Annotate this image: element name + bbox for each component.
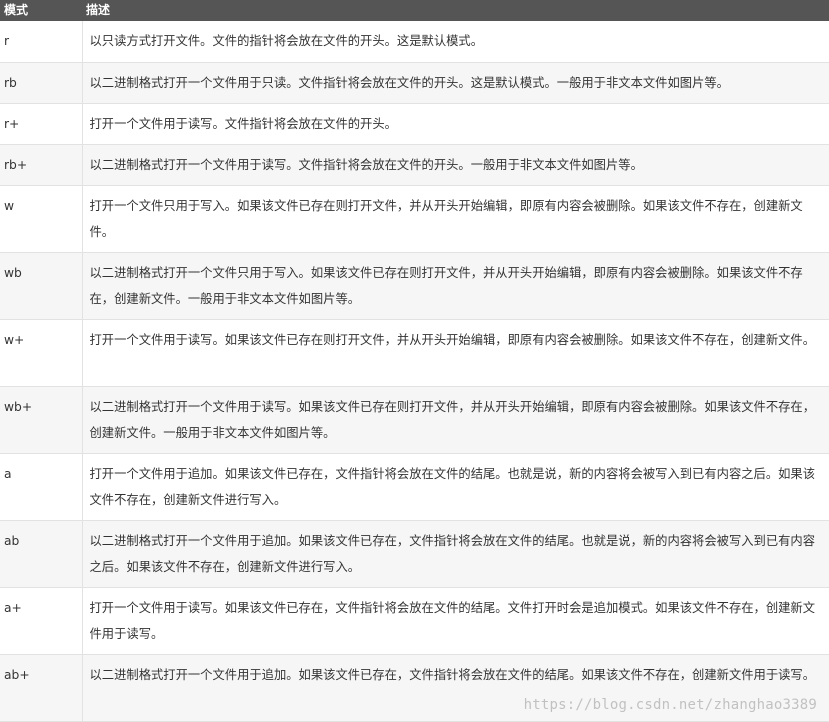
table-body: r 以只读方式打开文件。文件的指针将会放在文件的开头。这是默认模式。 rb 以二…: [0, 21, 829, 722]
mode-cell: r: [0, 21, 83, 63]
description-cell: 打开一个文件只用于写入。如果该文件已存在则打开文件，并从开头开始编辑，即原有内容…: [82, 185, 829, 253]
description-cell: 以二进制格式打开一个文件只用于写入。如果该文件已存在则打开文件，并从开头开始编辑…: [82, 252, 829, 320]
table-row: ab 以二进制格式打开一个文件用于追加。如果该文件已存在，文件指针将会放在文件的…: [0, 520, 829, 588]
header-description: 描述: [86, 3, 111, 17]
table-row: w+ 打开一个文件用于读写。如果该文件已存在则打开文件，并从开头开始编辑，即原有…: [0, 319, 829, 387]
description-cell: 以二进制格式打开一个文件用于读写。文件指针将会放在文件的开头。一般用于非文本文件…: [82, 144, 829, 186]
header-mode: 模式: [4, 3, 29, 17]
table-row: a+ 打开一个文件用于读写。如果该文件已存在，文件指针将会放在文件的结尾。文件打…: [0, 587, 829, 655]
mode-cell: wb: [0, 252, 83, 320]
table-row: rb+ 以二进制格式打开一个文件用于读写。文件指针将会放在文件的开头。一般用于非…: [0, 144, 829, 186]
description-cell: 以只读方式打开文件。文件的指针将会放在文件的开头。这是默认模式。: [82, 21, 829, 63]
mode-cell: w: [0, 185, 83, 253]
description-cell: 打开一个文件用于追加。如果该文件已存在，文件指针将会放在文件的结尾。也就是说，新…: [82, 453, 829, 521]
description-cell: 打开一个文件用于读写。文件指针将会放在文件的开头。: [82, 103, 829, 145]
mode-cell: w+: [0, 319, 83, 387]
file-mode-table: 模式 描述 r 以只读方式打开文件。文件的指针将会放在文件的开头。这是默认模式。…: [0, 0, 829, 722]
mode-cell: rb: [0, 62, 83, 104]
description-cell: 以二进制格式打开一个文件用于读写。如果该文件已存在则打开文件，并从开头开始编辑，…: [82, 386, 829, 454]
mode-cell: a+: [0, 587, 83, 655]
description-cell: 以二进制格式打开一个文件用于追加。如果该文件已存在，文件指针将会放在文件的结尾。…: [82, 520, 829, 588]
mode-cell: rb+: [0, 144, 83, 186]
mode-cell: r+: [0, 103, 83, 145]
csdn-watermark: https://blog.csdn.net/zhanghao3389: [523, 697, 817, 713]
description-cell: 以二进制格式打开一个文件用于只读。文件指针将会放在文件的开头。这是默认模式。一般…: [82, 62, 829, 104]
description-cell: 打开一个文件用于读写。如果该文件已存在，文件指针将会放在文件的结尾。文件打开时会…: [82, 587, 829, 655]
table-row: w 打开一个文件只用于写入。如果该文件已存在则打开文件，并从开头开始编辑，即原有…: [0, 185, 829, 253]
mode-cell: ab: [0, 520, 83, 588]
description-cell: 打开一个文件用于读写。如果该文件已存在则打开文件，并从开头开始编辑，即原有内容会…: [82, 319, 829, 387]
table-header: 模式 描述: [0, 0, 829, 21]
mode-cell: ab+: [0, 654, 83, 722]
table-row: wb+ 以二进制格式打开一个文件用于读写。如果该文件已存在则打开文件，并从开头开…: [0, 386, 829, 454]
table-row: rb 以二进制格式打开一个文件用于只读。文件指针将会放在文件的开头。这是默认模式…: [0, 62, 829, 104]
mode-cell: a: [0, 453, 83, 521]
mode-cell: wb+: [0, 386, 83, 454]
header-row: 模式 描述: [0, 0, 829, 21]
table-row: r 以只读方式打开文件。文件的指针将会放在文件的开头。这是默认模式。: [0, 21, 829, 63]
table-row: r+ 打开一个文件用于读写。文件指针将会放在文件的开头。: [0, 103, 829, 145]
table-row: wb 以二进制格式打开一个文件只用于写入。如果该文件已存在则打开文件，并从开头开…: [0, 252, 829, 320]
table-row: a 打开一个文件用于追加。如果该文件已存在，文件指针将会放在文件的结尾。也就是说…: [0, 453, 829, 521]
